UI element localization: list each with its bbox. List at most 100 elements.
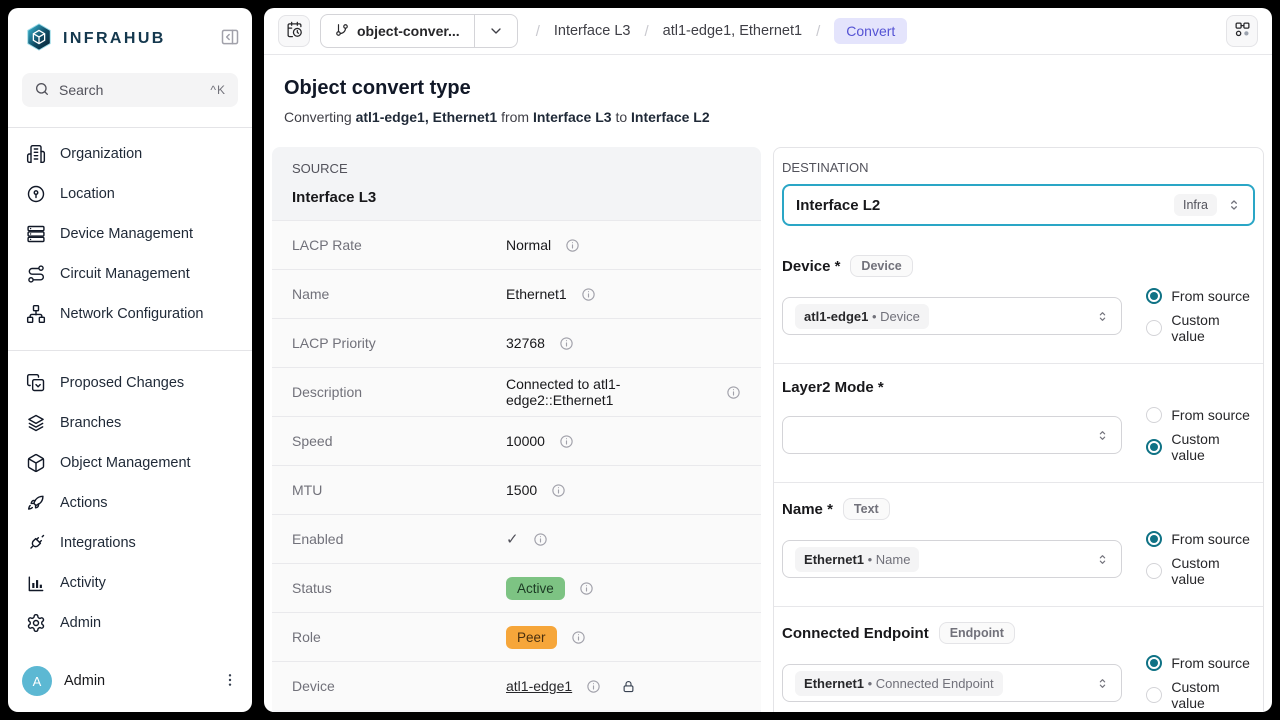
- info-icon[interactable]: [586, 679, 601, 694]
- radio-custom-value[interactable]: Custom value: [1146, 431, 1255, 463]
- destination-panel: DESTINATION Interface L2 Infra Device * …: [773, 147, 1264, 712]
- info-icon[interactable]: [581, 287, 596, 302]
- sidebar-item-branches[interactable]: Branches: [16, 403, 244, 443]
- radio-icon: [1146, 439, 1162, 455]
- info-icon[interactable]: [533, 532, 548, 547]
- sidebar-item-label: Proposed Changes: [60, 375, 184, 391]
- page-head: Object convert type Converting atl1-edge…: [284, 77, 1260, 125]
- field-label: Name *: [782, 501, 833, 518]
- device-select[interactable]: atl1-edge1Device: [782, 297, 1122, 335]
- radio-custom-value[interactable]: Custom value: [1146, 312, 1255, 344]
- field-kind-badge: Text: [843, 498, 890, 520]
- row-label: LACP Priority: [292, 335, 506, 351]
- branch-selector[interactable]: object-conver...: [320, 14, 518, 48]
- sidebar-item-object-management[interactable]: Object Management: [16, 443, 244, 483]
- sidebar-item-activity[interactable]: Activity: [16, 563, 244, 603]
- namespace-badge: Infra: [1174, 194, 1217, 216]
- role-badge: Peer: [506, 626, 557, 649]
- device-link[interactable]: atl1-edge1: [506, 678, 572, 694]
- field-section-connected-endpoint: Connected Endpoint Endpoint Ethernet1Con…: [774, 606, 1263, 712]
- sidebar-item-admin[interactable]: Admin: [16, 603, 244, 643]
- sidebar-item-proposed-changes[interactable]: Proposed Changes: [16, 363, 244, 403]
- selected-value-chip: Ethernet1Name: [795, 547, 919, 572]
- destination-type-value: Interface L2: [796, 197, 880, 214]
- row-value: 1500: [506, 482, 537, 498]
- info-icon[interactable]: [559, 336, 574, 351]
- chevron-down-icon[interactable]: [475, 23, 517, 39]
- table-row: LACP Rate Normal: [272, 220, 761, 269]
- radio-custom-value[interactable]: Custom value: [1146, 555, 1255, 587]
- radio-custom-value[interactable]: Custom value: [1146, 679, 1255, 711]
- source-head: SOURCE Interface L3: [272, 147, 761, 220]
- sidebar-item-organization[interactable]: Organization: [16, 134, 244, 174]
- row-value: 10000: [506, 433, 545, 449]
- sidebar-item-label: Network Configuration: [60, 306, 203, 322]
- breadcrumb-item-object[interactable]: atl1-edge1, Ethernet1: [663, 23, 802, 39]
- status-badge: Active: [506, 577, 565, 600]
- row-label: Status: [292, 580, 506, 596]
- page-subtitle: Converting atl1-edge1, Ethernet1 from In…: [284, 109, 1260, 125]
- sidebar-item-label: Location: [60, 186, 115, 202]
- subtitle-from-type: Interface L3: [533, 109, 612, 125]
- network-icon: [26, 304, 46, 324]
- sidebar-item-label: Admin: [60, 615, 101, 631]
- sidebar-item-location[interactable]: Location: [16, 174, 244, 214]
- time-travel-button[interactable]: [278, 15, 310, 47]
- value-mode-radio-group: From source Custom value: [1146, 531, 1255, 587]
- search-input[interactable]: Search ^K: [22, 73, 238, 107]
- sidebar-item-label: Organization: [60, 146, 142, 162]
- subtitle-to-word: to: [615, 109, 627, 125]
- radio-from-source[interactable]: From source: [1146, 531, 1255, 547]
- radio-icon: [1146, 288, 1162, 304]
- sidebar-item-device-management[interactable]: Device Management: [16, 214, 244, 254]
- sidebar-item-actions[interactable]: Actions: [16, 483, 244, 523]
- connected-endpoint-select[interactable]: Ethernet1Connected Endpoint: [782, 664, 1122, 702]
- sidebar: INFRAHUB Search ^K Orga: [8, 8, 252, 712]
- info-icon[interactable]: [559, 434, 574, 449]
- info-icon[interactable]: [551, 483, 566, 498]
- sidebar-item-label: Activity: [60, 575, 106, 591]
- breadcrumb-item-convert-active[interactable]: Convert: [834, 18, 907, 44]
- radio-icon: [1146, 531, 1162, 547]
- logo-row: INFRAHUB: [8, 8, 252, 57]
- info-icon[interactable]: [579, 581, 594, 596]
- name-select[interactable]: Ethernet1Name: [782, 540, 1122, 578]
- radio-from-source[interactable]: From source: [1146, 407, 1255, 423]
- info-icon[interactable]: [571, 630, 586, 645]
- radio-from-source[interactable]: From source: [1146, 655, 1255, 671]
- sidebar-item-integrations[interactable]: Integrations: [16, 523, 244, 563]
- panel-collapse-icon: [220, 27, 240, 50]
- select-stepper-icon: [1096, 429, 1109, 442]
- info-icon[interactable]: [565, 238, 580, 253]
- row-value: Connected to atl1-edge2::Ethernet1: [506, 376, 712, 408]
- sidebar-divider: [8, 350, 252, 351]
- row-label: Role: [292, 629, 506, 645]
- source-type-name: Interface L3: [292, 189, 741, 206]
- destination-type-select[interactable]: Interface L2 Infra: [782, 184, 1255, 226]
- radio-icon: [1146, 407, 1162, 423]
- user-menu-button[interactable]: [222, 672, 238, 691]
- layer2-mode-select[interactable]: [782, 416, 1122, 454]
- sidebar-item-label: Device Management: [60, 226, 193, 242]
- value-mode-radio-group: From source Custom value: [1146, 655, 1255, 711]
- info-icon[interactable]: [726, 385, 741, 400]
- subtitle-prefix: Converting: [284, 109, 352, 125]
- sidebar-item-label: Integrations: [60, 535, 136, 551]
- select-stepper-icon: [1096, 677, 1109, 690]
- user-name: Admin: [64, 673, 105, 689]
- source-rows: LACP Rate Normal Name Ethernet1 LACP Pri…: [272, 220, 761, 710]
- breadcrumb-item-interface-l3[interactable]: Interface L3: [554, 23, 631, 39]
- radio-from-source[interactable]: From source: [1146, 288, 1255, 304]
- breadcrumb-separator: /: [536, 23, 540, 40]
- schema-visualizer-button[interactable]: [1226, 15, 1258, 47]
- field-label: Connected Endpoint: [782, 625, 929, 642]
- sidebar-item-network-configuration[interactable]: Network Configuration: [16, 294, 244, 334]
- table-row: Description Connected to atl1-edge2::Eth…: [272, 367, 761, 416]
- table-row: Device atl1-edge1: [272, 661, 761, 710]
- topbar: object-conver... / Interface L3 / atl1-e…: [264, 8, 1272, 55]
- select-stepper-icon: [1096, 553, 1109, 566]
- collapse-sidebar-button[interactable]: [220, 27, 240, 50]
- sidebar-item-label: Branches: [60, 415, 121, 431]
- avatar: A: [22, 666, 52, 696]
- sidebar-item-circuit-management[interactable]: Circuit Management: [16, 254, 244, 294]
